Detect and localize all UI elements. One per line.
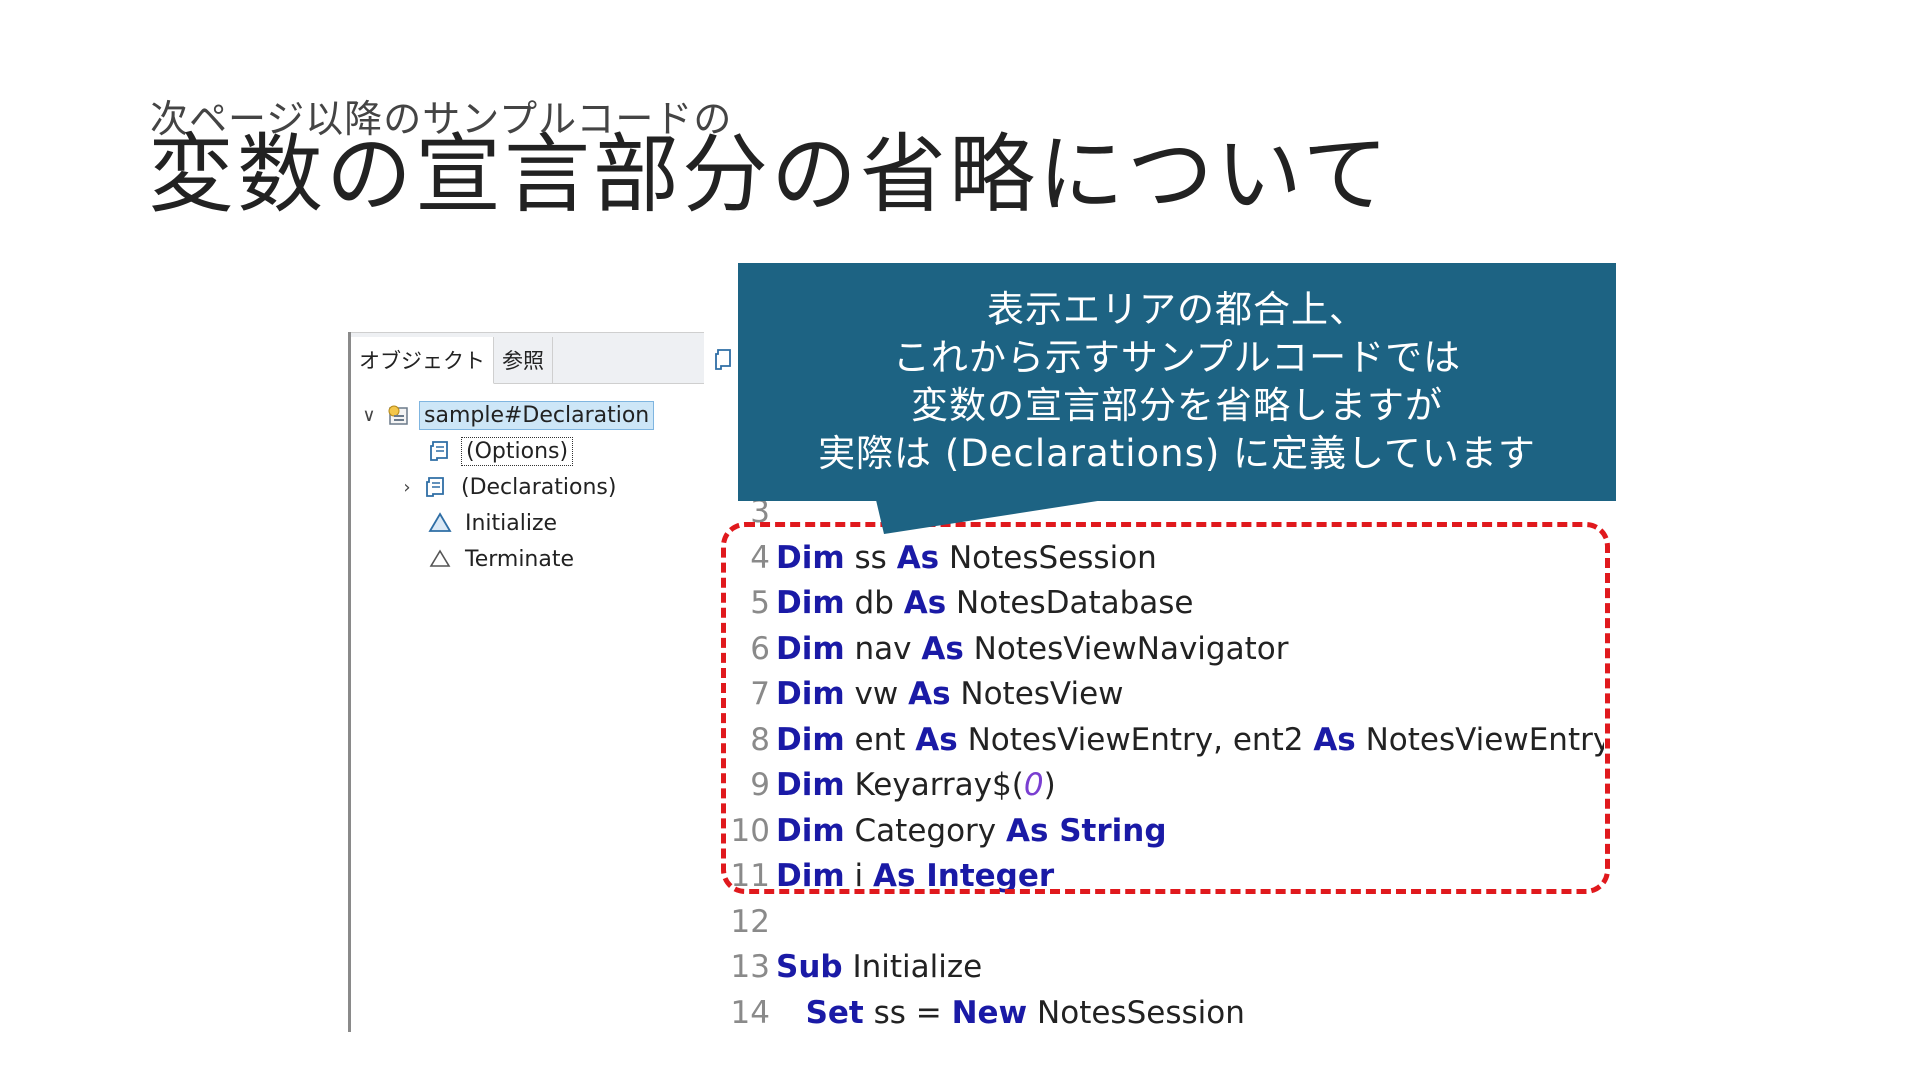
tree-item-label: sample#Declaration xyxy=(419,400,655,430)
tree-item-terminate[interactable]: Terminate xyxy=(427,542,578,576)
line-number: 14 xyxy=(730,994,770,1031)
tree-item-sample-declaration[interactable]: ∨ sample#Declaration xyxy=(359,398,655,432)
code-keyword: Set xyxy=(805,994,864,1031)
outline-panel: オブジェクト 参照 ∨ sample#Declaration (Options)… xyxy=(348,332,708,1032)
code-token: NotesSession xyxy=(1027,994,1245,1031)
callout-box: 表示エリアの都合上、 これから示すサンプルコードでは 変数の宣言部分を省略します… xyxy=(738,263,1616,501)
tab-references[interactable]: 参照 xyxy=(494,337,553,383)
highlight-box xyxy=(721,522,1610,894)
code-text: Set ss = New NotesSession xyxy=(776,995,1245,1031)
tree-item-label: Initialize xyxy=(465,510,558,536)
callout-line: これから示すサンプルコードでは xyxy=(892,336,1462,379)
callout-line: 変数の宣言部分を省略しますが xyxy=(911,384,1443,427)
tree-item-label: (Declarations) xyxy=(461,474,617,500)
callout-tail xyxy=(876,500,1104,534)
tree-item-label: (Options) xyxy=(461,436,574,466)
tree-item-label: Terminate xyxy=(465,546,575,572)
line-number: 12 xyxy=(730,903,770,940)
triangle-icon xyxy=(428,512,452,532)
chevron-down-icon[interactable]: ∨ xyxy=(359,405,379,426)
tab-objects[interactable]: オブジェクト xyxy=(351,337,494,384)
code-text: Sub Initialize xyxy=(776,949,982,985)
object-tree: ∨ sample#Declaration (Options) › (Declar… xyxy=(351,384,707,572)
code-line[interactable]: 13 Sub Initialize xyxy=(704,945,983,989)
tree-item-declarations[interactable]: › (Declarations) xyxy=(397,470,620,504)
tree-item-initialize[interactable]: Initialize xyxy=(427,506,561,540)
chevron-right-icon[interactable]: › xyxy=(397,477,417,498)
code-line[interactable]: 12 xyxy=(704,900,776,944)
triangle-outline-icon xyxy=(429,549,451,567)
code-token: ss = xyxy=(863,994,952,1031)
script-icon xyxy=(715,349,731,370)
code-keyword: Sub xyxy=(776,949,843,985)
code-keyword: New xyxy=(951,994,1028,1031)
database-icon xyxy=(388,405,408,425)
panel-tabbar: オブジェクト 参照 xyxy=(351,332,707,384)
callout-line: 実際は (Declarations) に定義しています xyxy=(818,432,1536,475)
slide-title: 変数の宣言部分の省略について xyxy=(148,125,1392,225)
callout-line: 表示エリアの都合上、 xyxy=(987,288,1367,331)
script-icon xyxy=(430,441,448,461)
tree-item-options[interactable]: (Options) xyxy=(427,434,574,468)
line-number: 13 xyxy=(730,949,770,985)
code-token: Initialize xyxy=(842,949,983,985)
code-line[interactable]: 14 Set ss = New NotesSession xyxy=(704,991,1245,1033)
script-icon xyxy=(426,477,444,497)
